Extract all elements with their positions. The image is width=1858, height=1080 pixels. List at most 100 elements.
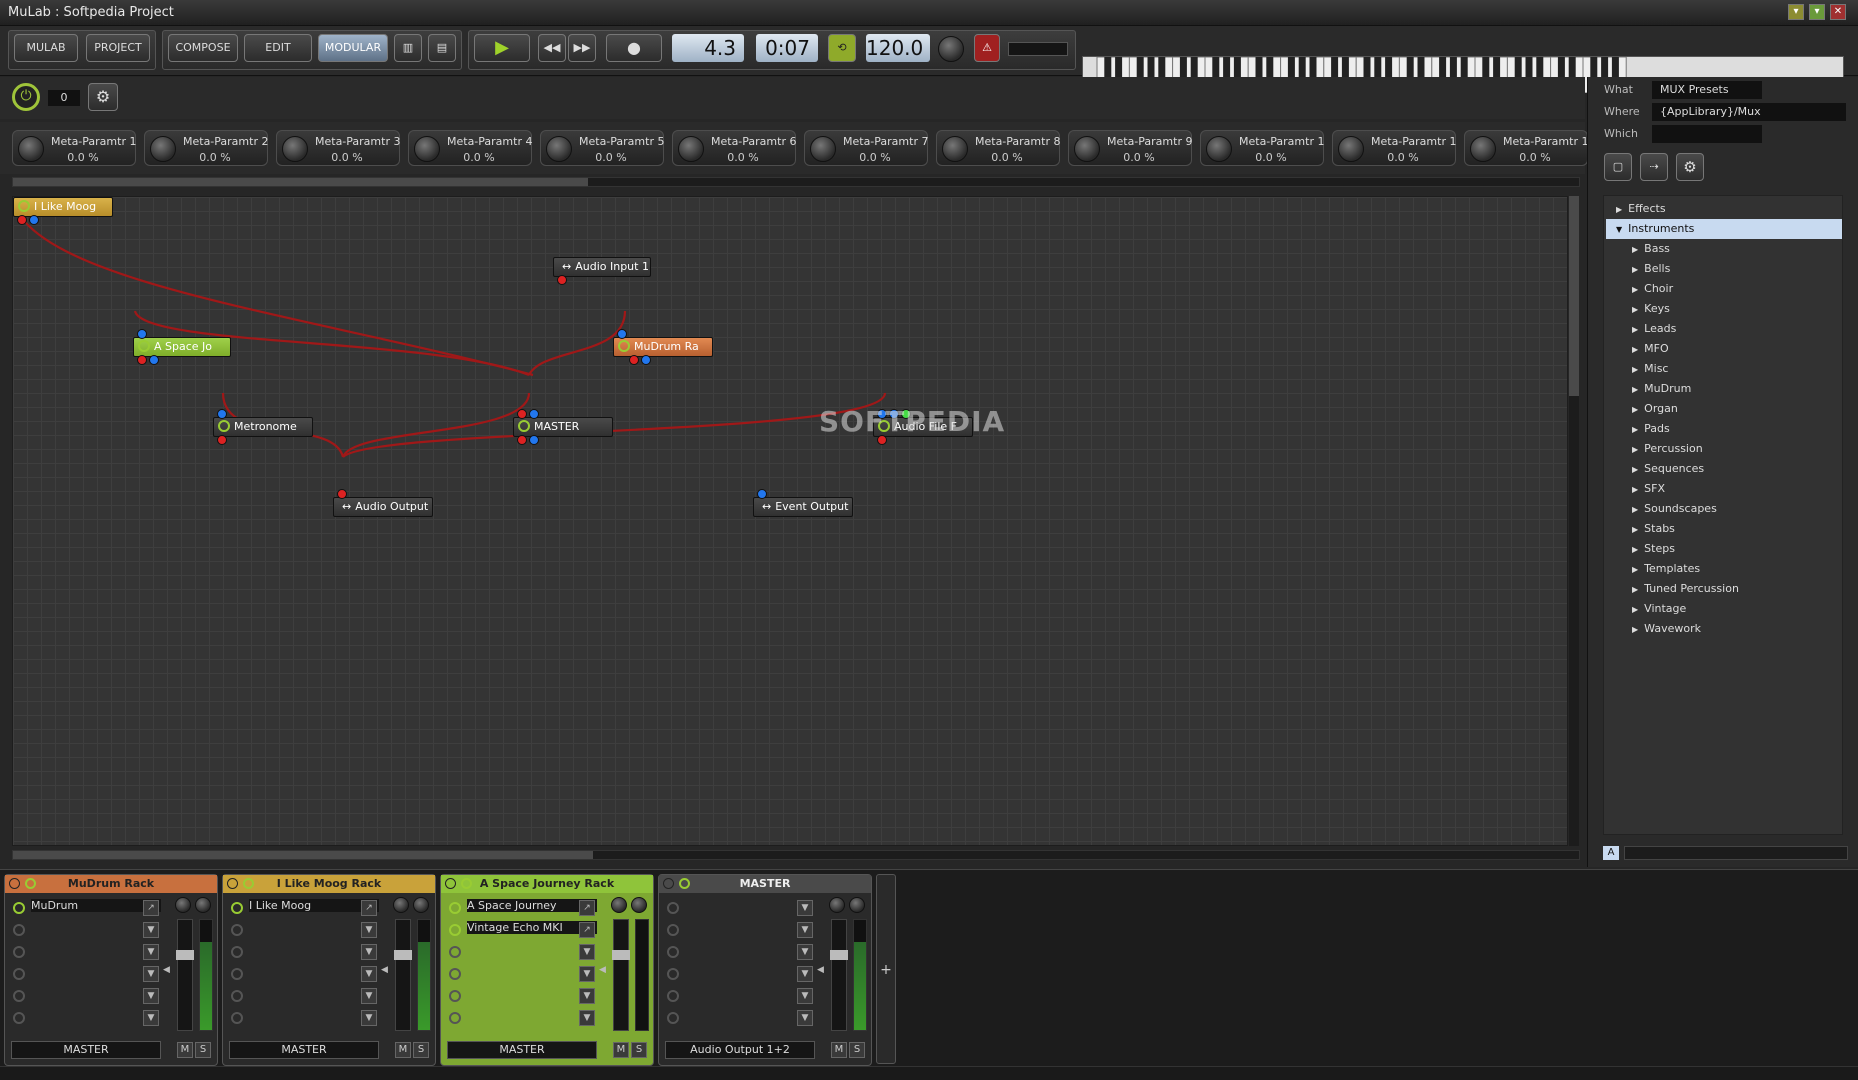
rack-title[interactable]: MuDrum Rack [5, 875, 217, 893]
solo-button[interactable]: S [631, 1042, 647, 1058]
play-icon[interactable]: ▶ [474, 34, 530, 62]
slot-power-icon[interactable] [13, 1012, 25, 1024]
black-key[interactable] [1601, 57, 1609, 79]
black-key[interactable] [1136, 57, 1144, 79]
slot-power-icon[interactable] [13, 924, 25, 936]
tree-item[interactable]: ▶ Vintage [1606, 599, 1842, 619]
black-key[interactable] [1309, 57, 1317, 79]
maximize-icon[interactable]: ▾ [1809, 4, 1825, 20]
node-event-output[interactable]: ↔ Event Output 1 [753, 497, 853, 517]
slot-power-icon[interactable] [231, 968, 243, 980]
black-key[interactable] [1449, 57, 1457, 79]
slot-power-icon[interactable] [13, 968, 25, 980]
fader-handle[interactable] [394, 950, 412, 960]
chevron-down-icon[interactable]: ▼ [143, 922, 159, 938]
black-key[interactable] [1611, 57, 1619, 79]
fader-handle[interactable] [176, 950, 194, 960]
pan-knob[interactable] [829, 897, 845, 913]
chevron-down-icon[interactable]: ▼ [797, 988, 813, 1004]
chevron-right-icon[interactable]: ▶ [1632, 565, 1638, 574]
rack-title[interactable]: A Space Journey Rack [441, 875, 653, 893]
node-moog[interactable]: I Like Moog [13, 197, 113, 217]
node-pin[interactable] [517, 409, 527, 419]
tree-item[interactable]: ▶ Steps [1606, 539, 1842, 559]
collapse-icon[interactable] [227, 878, 238, 889]
node-pin[interactable] [557, 275, 567, 285]
volume-knob[interactable] [631, 897, 647, 913]
black-key[interactable] [1255, 57, 1263, 79]
node-audio-output[interactable]: ↔Audio Output 1- [333, 497, 433, 517]
meta-param-1[interactable]: Meta-Paramtr 1 0.0 % [12, 130, 136, 166]
collapse-icon[interactable] [663, 878, 674, 889]
volume-knob[interactable] [413, 897, 429, 913]
black-key[interactable] [1212, 57, 1220, 79]
meta-param-9[interactable]: Meta-Paramtr 9 0.0 % [1068, 130, 1192, 166]
black-key[interactable] [1374, 57, 1382, 79]
black-key[interactable] [1536, 57, 1544, 79]
tree-item[interactable]: ▶ Stabs [1606, 519, 1842, 539]
chevron-right-icon[interactable]: ▶ [1632, 305, 1638, 314]
black-key[interactable] [1179, 57, 1187, 79]
node-master[interactable]: MASTER [513, 417, 613, 437]
chevron-down-icon[interactable]: ▼ [361, 988, 377, 1004]
chevron-down-icon[interactable]: ▼ [579, 944, 595, 960]
tree-item[interactable]: ▶ Leads [1606, 319, 1842, 339]
node-pin[interactable] [617, 329, 627, 339]
import-icon[interactable]: ⇢ [1640, 153, 1668, 181]
tree-item[interactable]: ▶ Wavework [1606, 619, 1842, 639]
slot-power-icon[interactable] [231, 924, 243, 936]
knob[interactable] [1074, 136, 1100, 162]
knob[interactable] [150, 136, 176, 162]
black-key[interactable] [1417, 57, 1425, 79]
volume-fader[interactable] [176, 919, 194, 1031]
time-display[interactable]: 0:07 [756, 34, 818, 62]
tree-item[interactable]: ▼ Instruments [1606, 219, 1842, 239]
pan-knob[interactable] [175, 897, 191, 913]
slot-power-icon[interactable] [13, 946, 25, 958]
black-key[interactable] [1590, 57, 1598, 79]
browser-scrollbar[interactable] [1624, 846, 1848, 860]
slot-power-icon[interactable] [449, 968, 461, 980]
slot-power-icon[interactable] [667, 968, 679, 980]
rack-title[interactable]: MASTER [659, 875, 871, 893]
chevron-right-icon[interactable]: ▶ [1632, 525, 1638, 534]
fast-forward-icon[interactable]: ▶▶ [568, 34, 596, 62]
chevron-right-icon[interactable]: ▶ [1632, 485, 1638, 494]
scroll-thumb[interactable] [13, 851, 593, 859]
slot-power-icon[interactable] [449, 1012, 461, 1024]
node-pin[interactable] [217, 435, 227, 445]
power-icon[interactable] [25, 878, 36, 889]
tree-item[interactable]: ▶ Keys [1606, 299, 1842, 319]
volume-knob[interactable] [849, 897, 865, 913]
knob[interactable] [18, 136, 44, 162]
node-pin[interactable] [337, 489, 347, 499]
open-editor-icon[interactable]: ↗ [579, 900, 595, 916]
black-key[interactable] [1287, 57, 1295, 79]
collapse-icon[interactable] [445, 878, 456, 889]
fader-handle[interactable] [830, 950, 848, 960]
slot-power-icon[interactable] [449, 902, 461, 914]
rack-slot[interactable]: I Like Moog [249, 899, 379, 912]
tree-item[interactable]: ▶ Organ [1606, 399, 1842, 419]
node-pin[interactable] [517, 435, 527, 445]
slot-power-icon[interactable] [449, 924, 461, 936]
record-icon[interactable]: ● [606, 34, 662, 62]
what-field[interactable]: MUX Presets [1652, 81, 1762, 99]
scroll-thumb[interactable] [13, 178, 588, 186]
scroll-thumb[interactable] [1569, 196, 1579, 396]
black-key[interactable] [1385, 57, 1393, 79]
tree-item[interactable]: ▶ Soundscapes [1606, 499, 1842, 519]
black-key[interactable] [1223, 57, 1231, 79]
power-icon[interactable] [618, 340, 630, 352]
chevron-down-icon[interactable]: ▼ [797, 944, 813, 960]
knob[interactable] [1206, 136, 1232, 162]
tree-item[interactable]: ▶ Effects [1606, 199, 1842, 219]
tree-item[interactable]: ▶ Percussion [1606, 439, 1842, 459]
node-audio-input[interactable]: ↔ Audio Input 1 [553, 257, 651, 277]
slot-power-icon[interactable] [231, 946, 243, 958]
rack-output[interactable]: MASTER [447, 1041, 597, 1059]
chevron-right-icon[interactable]: ▶ [1632, 365, 1638, 374]
meta-param-10[interactable]: Meta-Paramtr 10 0.0 % [1200, 130, 1325, 166]
rack-slot[interactable]: A Space Journey [467, 899, 597, 912]
power-icon[interactable] [218, 420, 230, 432]
